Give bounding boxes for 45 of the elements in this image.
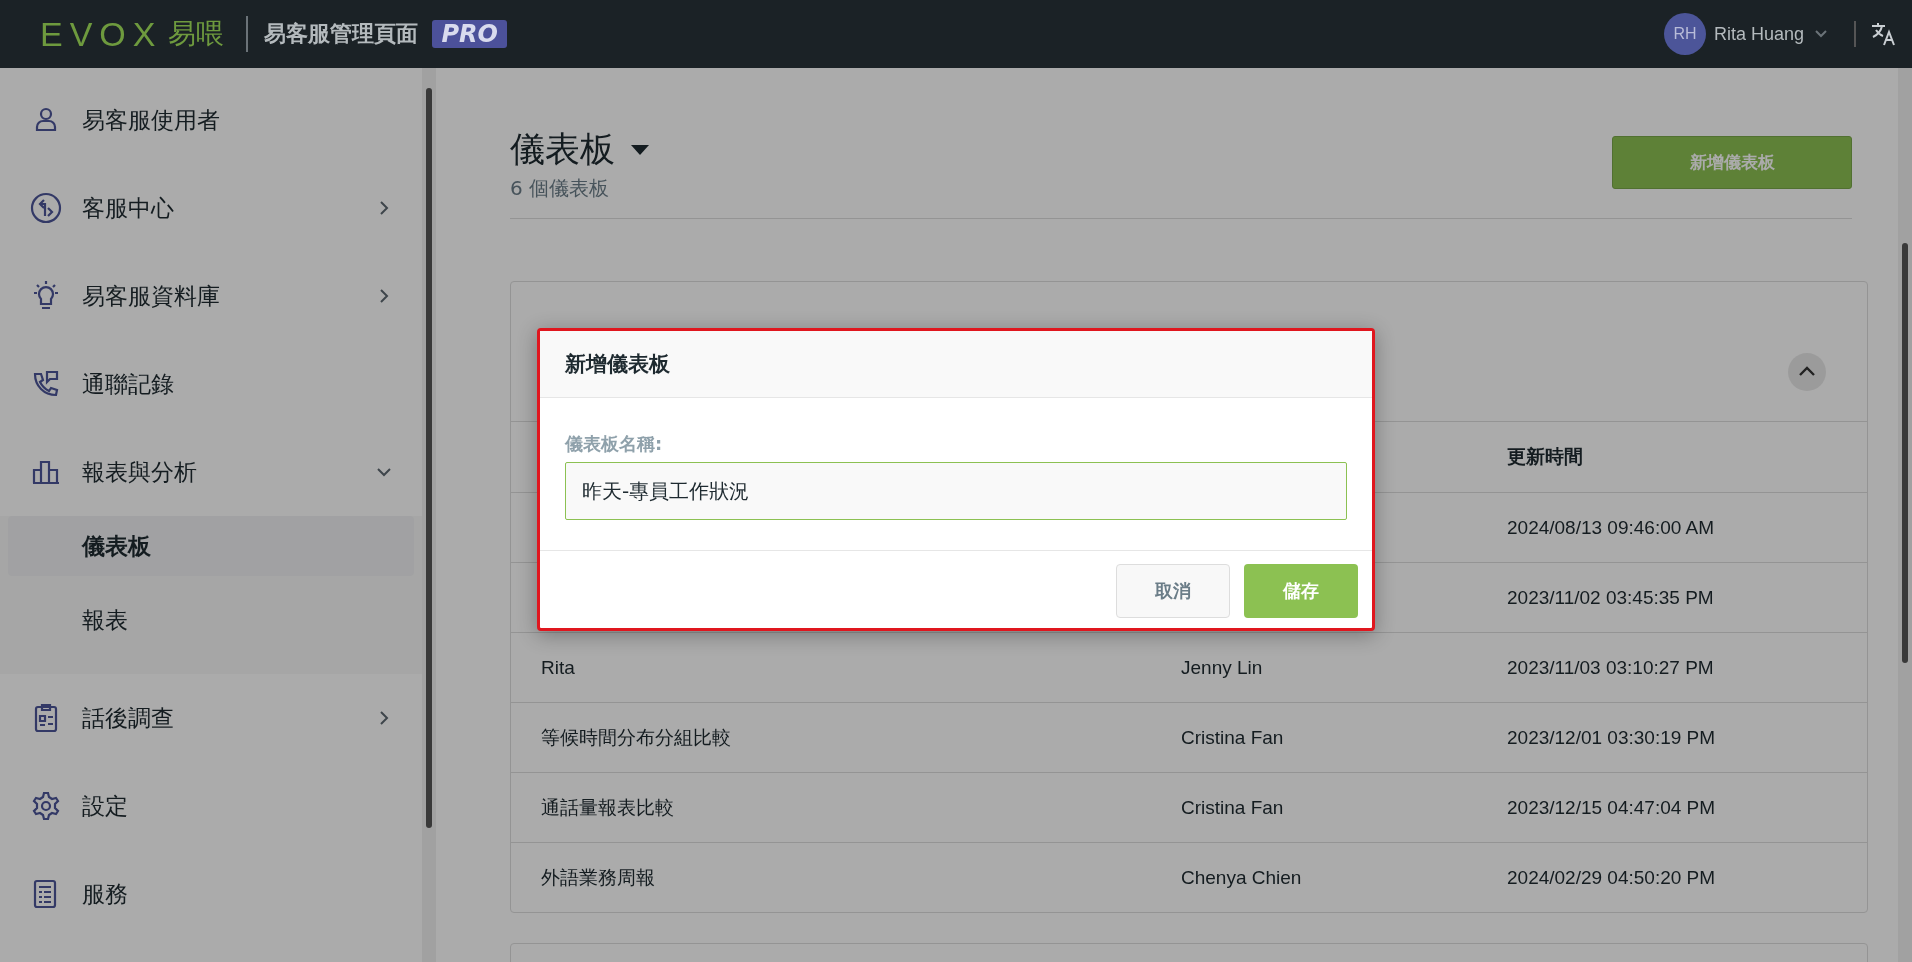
table-cell: Cristina Fan [1181, 796, 1284, 818]
table-cell: 2024/08/13 09:46:00 AM [1507, 516, 1715, 538]
table-cell: Cristina Fan [1181, 726, 1284, 748]
sidebar-item[interactable]: 報表與分析 [0, 428, 422, 516]
table-cell: 外語業務周報 [541, 866, 655, 888]
app-title: 易客服管理頁面 [264, 20, 419, 48]
table-cell: 等候時間分布分組比較 [541, 726, 731, 748]
page-title[interactable]: 儀表板 [510, 126, 615, 173]
input-field[interactable]: 昨天-專員工作狀況 [565, 462, 1347, 520]
table-cell: 2023/11/03 03:10:27 PM [1507, 656, 1714, 678]
caret-icon[interactable] [631, 144, 649, 155]
collapse-icon[interactable] [1787, 352, 1827, 392]
translate-icon[interactable] [1854, 21, 1898, 47]
scrollbar[interactable] [1898, 68, 1912, 962]
table-cell: Rita [541, 656, 575, 678]
table-cell: 2023/11/02 03:45:35 PM [1507, 586, 1714, 608]
table-cell: Jenny Lin [1181, 656, 1263, 678]
table-cell: 2024/02/29 04:50:20 PM [1507, 866, 1716, 888]
table-cell: 2023/12/01 03:30:19 PM [1507, 726, 1716, 748]
scrollbar[interactable] [422, 68, 436, 962]
sidebar-item[interactable]: 服務 [0, 850, 422, 938]
column-header[interactable]: 更新時間 [1507, 444, 1867, 470]
sidebar-subitem[interactable]: 報表 [8, 590, 414, 650]
table-cell: 通話量報表比較 [541, 796, 674, 818]
transfer-icon [30, 192, 62, 224]
pro-badge: PRO [432, 20, 507, 48]
sidebar-item[interactable]: 易客服資料庫 [0, 252, 422, 340]
caret-icon[interactable] [1814, 29, 1828, 39]
sidebar-item[interactable]: 易客服使用者 [0, 76, 422, 164]
field-label: 儀表板名稱: [565, 432, 664, 456]
sidebar-item[interactable]: 客服中心 [0, 164, 422, 252]
logo: EVOX [40, 14, 163, 54]
sidebar-item[interactable]: 設定 [0, 762, 422, 850]
table-cell: Chenya Chien [1181, 866, 1302, 888]
logo: 易喂 [168, 16, 225, 52]
table-cell: 2023/12/15 04:47:04 PM [1507, 796, 1716, 818]
dashboard-count: 6 個儀表板 [510, 175, 611, 202]
dialog-title: 新增儀表板 [565, 351, 670, 378]
sidebar-item[interactable]: 話後調查 [0, 674, 422, 762]
sidebar-item[interactable]: 通聯記錄 [0, 340, 422, 428]
settings-icon [30, 790, 62, 822]
sidebar-subitem[interactable]: 儀表板 [8, 516, 414, 576]
cancel-button[interactable]: 取消 [1116, 564, 1230, 618]
user-name[interactable]: Rita Huang [1713, 23, 1804, 45]
user-avatar[interactable]: RH [1663, 13, 1706, 55]
